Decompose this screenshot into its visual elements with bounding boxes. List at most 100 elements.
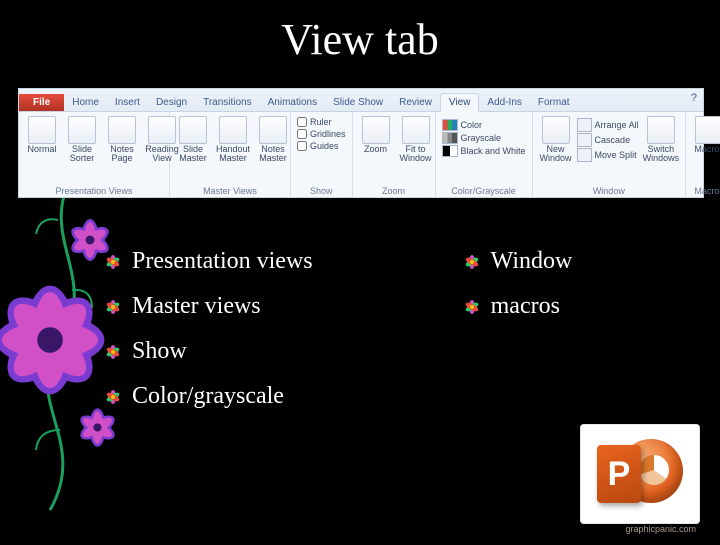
btn-zoom-label: Zoom bbox=[364, 145, 387, 154]
help-icon[interactable]: ? bbox=[691, 92, 697, 104]
btn-normal-label: Normal bbox=[27, 145, 56, 154]
flower-bullet-icon bbox=[104, 253, 122, 271]
group-master-views: Slide Master Handout Master Notes Master… bbox=[170, 112, 291, 197]
zoom-icon bbox=[362, 116, 390, 144]
opt-bw[interactable]: Black and White bbox=[442, 145, 526, 157]
btn-switch-windows[interactable]: Switch Windows bbox=[641, 115, 682, 165]
fit-window-icon bbox=[402, 116, 430, 144]
btn-slide-master[interactable]: Slide Master bbox=[174, 115, 212, 165]
tab-format[interactable]: Format bbox=[530, 94, 578, 111]
notes-master-icon bbox=[259, 116, 287, 144]
bullet-col-right: Window macros bbox=[463, 248, 573, 410]
group-label: Zoom bbox=[357, 185, 431, 196]
btn-macros-label: Macros bbox=[694, 145, 720, 154]
list-item: Presentation views bbox=[104, 248, 313, 275]
chk-gridlines-label: Gridlines bbox=[310, 129, 346, 139]
chk-guides[interactable]: Guides bbox=[297, 141, 346, 151]
chk-gridlines[interactable]: Gridlines bbox=[297, 129, 346, 139]
arrange-all-icon bbox=[577, 118, 592, 132]
notes-page-icon bbox=[108, 116, 136, 144]
bullet-text: Show bbox=[132, 338, 187, 365]
list-item: macros bbox=[463, 293, 573, 320]
tab-insert[interactable]: Insert bbox=[107, 94, 148, 111]
powerpoint-p-icon bbox=[597, 445, 641, 503]
macros-icon bbox=[695, 116, 720, 144]
btn-slide-master-label: Slide Master bbox=[176, 145, 210, 164]
group-label: Master Views bbox=[174, 185, 286, 196]
chk-guides-label: Guides bbox=[310, 141, 339, 151]
handout-master-icon bbox=[219, 116, 247, 144]
btn-switch-windows-label: Switch Windows bbox=[643, 145, 680, 164]
btn-cascade[interactable]: Cascade bbox=[577, 133, 639, 147]
group-presentation-views: Normal Slide Sorter Notes Page Reading V… bbox=[19, 112, 170, 197]
btn-macros[interactable]: Macros bbox=[690, 115, 720, 155]
opt-bw-label: Black and White bbox=[461, 146, 526, 156]
bullet-text: Master views bbox=[132, 293, 261, 320]
group-label: Presentation Views bbox=[23, 185, 165, 196]
btn-arrange-all-label: Arrange All bbox=[595, 120, 639, 130]
cascade-icon bbox=[577, 133, 592, 147]
btn-slide-sorter[interactable]: Slide Sorter bbox=[63, 115, 101, 165]
btn-notes-page-label: Notes Page bbox=[105, 145, 139, 164]
bw-swatch-icon bbox=[442, 145, 458, 157]
grayscale-swatch-icon bbox=[442, 132, 458, 144]
btn-arrange-all[interactable]: Arrange All bbox=[577, 118, 639, 132]
group-window: New Window Arrange All Cascade Move Spli… bbox=[533, 112, 687, 197]
chk-ruler-label: Ruler bbox=[310, 117, 332, 127]
switch-windows-icon bbox=[647, 116, 675, 144]
btn-cascade-label: Cascade bbox=[595, 135, 631, 145]
ribbon-groups: Normal Slide Sorter Notes Page Reading V… bbox=[19, 112, 703, 197]
tab-animations[interactable]: Animations bbox=[260, 94, 325, 111]
group-label: Show bbox=[295, 185, 348, 196]
bullet-text: macros bbox=[491, 293, 560, 320]
btn-move-split[interactable]: Move Split bbox=[577, 148, 639, 162]
btn-notes-master[interactable]: Notes Master bbox=[254, 115, 292, 165]
credit-text: graphicpanic.com bbox=[625, 524, 696, 534]
new-window-icon bbox=[542, 116, 570, 144]
powerpoint-logo bbox=[580, 424, 700, 524]
opt-color[interactable]: Color bbox=[442, 119, 526, 131]
tab-home[interactable]: Home bbox=[64, 94, 107, 111]
tab-slideshow[interactable]: Slide Show bbox=[325, 94, 391, 111]
reading-view-icon bbox=[148, 116, 176, 144]
tab-file[interactable]: File bbox=[19, 94, 64, 111]
opt-grayscale[interactable]: Grayscale bbox=[442, 132, 526, 144]
group-label: Color/Grayscale bbox=[440, 185, 528, 196]
btn-handout-master[interactable]: Handout Master bbox=[214, 115, 252, 165]
tab-review[interactable]: Review bbox=[391, 94, 440, 111]
tab-view[interactable]: View bbox=[440, 93, 480, 112]
normal-view-icon bbox=[28, 116, 56, 144]
tab-transitions[interactable]: Transitions bbox=[195, 94, 260, 111]
bullet-text: Window bbox=[491, 248, 573, 275]
group-color-grayscale: Color Grayscale Black and White Color/Gr… bbox=[436, 112, 533, 197]
list-item: Color/grayscale bbox=[104, 383, 313, 410]
slide-title: View tab bbox=[0, 14, 720, 65]
group-show: Ruler Gridlines Guides Show bbox=[291, 112, 353, 197]
slide-master-icon bbox=[179, 116, 207, 144]
btn-new-window-label: New Window bbox=[539, 145, 573, 164]
tab-addins[interactable]: Add-Ins bbox=[479, 94, 529, 111]
slide-sorter-icon bbox=[68, 116, 96, 144]
bullet-columns: Presentation views Master views Show Col… bbox=[104, 248, 572, 410]
btn-notes-page[interactable]: Notes Page bbox=[103, 115, 141, 165]
btn-zoom[interactable]: Zoom bbox=[357, 115, 395, 155]
btn-fit-window[interactable]: Fit to Window bbox=[397, 115, 435, 165]
btn-slide-sorter-label: Slide Sorter bbox=[65, 145, 99, 164]
btn-handout-master-label: Handout Master bbox=[216, 145, 250, 164]
opt-grayscale-label: Grayscale bbox=[461, 133, 502, 143]
list-item: Master views bbox=[104, 293, 313, 320]
powerpoint-pie-icon bbox=[639, 455, 669, 485]
group-macros: Macros Macros bbox=[686, 112, 720, 197]
ribbon-tabs: File Home Insert Design Transitions Anim… bbox=[19, 89, 703, 112]
flower-bullet-icon bbox=[104, 388, 122, 406]
list-item: Window bbox=[463, 248, 573, 275]
btn-new-window[interactable]: New Window bbox=[537, 115, 575, 165]
move-split-icon bbox=[577, 148, 592, 162]
color-swatch-icon bbox=[442, 119, 458, 131]
btn-normal[interactable]: Normal bbox=[23, 115, 61, 155]
tab-design[interactable]: Design bbox=[148, 94, 195, 111]
flower-bullet-icon bbox=[463, 253, 481, 271]
chk-ruler[interactable]: Ruler bbox=[297, 117, 346, 127]
btn-move-split-label: Move Split bbox=[595, 150, 637, 160]
btn-notes-master-label: Notes Master bbox=[256, 145, 290, 164]
